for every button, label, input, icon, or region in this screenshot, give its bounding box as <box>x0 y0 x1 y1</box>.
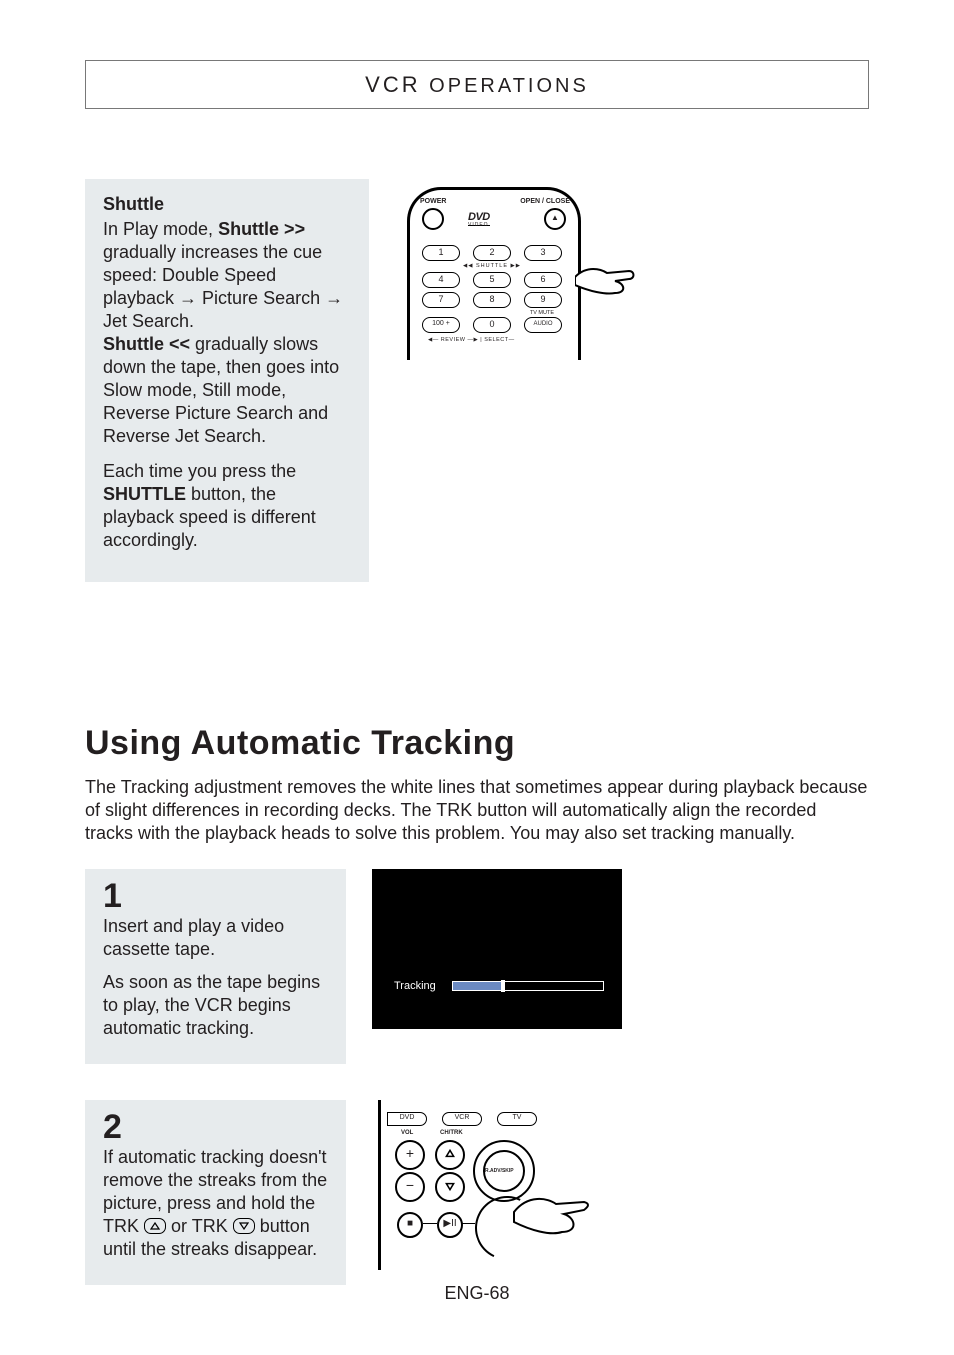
step-number: 1 <box>103 879 328 913</box>
arrow-icon: → <box>179 288 197 308</box>
mode-row: DVD VCR TV <box>387 1112 537 1126</box>
trk-down-icon <box>233 1218 255 1234</box>
step-1-illustration: Tracking <box>372 869 622 1029</box>
section-header: VCR OPERATIONS <box>85 60 869 109</box>
step-2-text: 2 If automatic tracking doesn't remove t… <box>85 1100 346 1285</box>
open-close-label: OPEN / CLOSE <box>520 198 570 207</box>
pointing-hand-icon <box>575 261 639 297</box>
key-6: 6 <box>524 272 562 288</box>
trk-up-icon <box>144 1218 166 1234</box>
connector-line <box>461 1223 475 1224</box>
tracking-screen: Tracking <box>372 869 622 1029</box>
review-label: ◀— REVIEW —▶ | SELECT— <box>422 337 562 344</box>
text: Jet Search. <box>103 311 194 331</box>
step-1-p2: As soon as the tape begins to play, the … <box>103 971 328 1040</box>
key-4: 4 <box>422 272 460 288</box>
step-1-row: 1 Insert and play a video cassette tape.… <box>85 869 869 1064</box>
intro-paragraph: The Tracking adjustment removes the whit… <box>85 776 869 845</box>
tracking-osd-label: Tracking <box>394 979 436 993</box>
shuttle-heading: Shuttle <box>103 193 351 216</box>
text: Picture Search <box>197 288 325 308</box>
step-2-p1: If automatic tracking doesn't remove the… <box>103 1146 328 1261</box>
shuttle-row: Shuttle In Play mode, Shuttle >> gradual… <box>85 179 869 582</box>
key-audio: AUDIO <box>524 317 562 333</box>
key-8: 8 <box>473 292 511 308</box>
key-100plus: 100 + <box>422 317 460 333</box>
text-bold: Shuttle >> <box>218 219 305 239</box>
key-0: 0 <box>473 317 511 333</box>
step-1-p1: Insert and play a video cassette tape. <box>103 915 328 961</box>
tracking-progress-bar <box>452 981 604 991</box>
eject-button: ▲ <box>544 208 566 230</box>
power-label: POWER <box>420 198 446 207</box>
remote-body: POWER OPEN / CLOSE DVD VIDEO ▲ 1 2 3 ◀◀ … <box>407 187 581 360</box>
key-5: 5 <box>473 272 511 288</box>
pointing-hand-icon <box>512 1188 592 1248</box>
shuttle-p3: Each time you press the SHUTTLE button, … <box>103 460 351 552</box>
play-pause-button: ▶II <box>437 1212 463 1238</box>
vol-down-button: − <box>395 1172 425 1202</box>
text: or TRK <box>171 1216 228 1236</box>
remote-illustration-bottom: ◀—REVIEW—▶ SELECT— DVD VCR TV VOL CH/TRK… <box>372 1100 602 1280</box>
step-2-row: 2 If automatic tracking doesn't remove t… <box>85 1100 869 1285</box>
keypad-row: 7 8 9 <box>422 292 562 308</box>
connector-line <box>423 1223 437 1224</box>
text: In Play mode, <box>103 219 218 239</box>
shuttle-label: ◀◀ SHUTTLE ▶▶ <box>422 263 562 270</box>
key-7: 7 <box>422 292 460 308</box>
page-number: ENG-68 <box>444 1283 509 1303</box>
vol-up-button: + <box>395 1140 425 1170</box>
chtrk-label: CH/TRK <box>440 1130 463 1138</box>
text: Each time you press the <box>103 461 296 481</box>
mode-dvd-button: DVD <box>387 1112 427 1126</box>
dvd-sub-label: VIDEO <box>468 222 489 228</box>
header-title-first: VCR <box>365 72 420 97</box>
tvmute-label: TV MUTE <box>422 310 562 317</box>
trk-up-button <box>435 1140 465 1170</box>
power-button <box>422 208 444 230</box>
shuttle-p1: In Play mode, Shuttle >> gradually incre… <box>103 218 351 333</box>
eject-icon: ▲ <box>551 213 559 223</box>
arrow-icon: → <box>325 288 343 308</box>
radv-label: R.ADV/SKIP <box>485 1168 514 1174</box>
shuttle-p2: Shuttle << gradually slows down the tape… <box>103 333 351 448</box>
number-keypad: 1 2 3 ◀◀ SHUTTLE ▶▶ 4 5 6 7 8 9 <box>422 245 562 344</box>
shuttle-box: Shuttle In Play mode, Shuttle >> gradual… <box>85 179 369 582</box>
step-number: 2 <box>103 1110 328 1144</box>
header-title-rest: OPERATIONS <box>421 75 589 97</box>
key-1: 1 <box>422 245 460 261</box>
page-footer: ENG-68 <box>0 1282 954 1305</box>
mode-tv-button: TV <box>497 1112 537 1126</box>
stop-button: ■ <box>397 1212 423 1238</box>
text-bold: Shuttle << <box>103 334 190 354</box>
remote-illustration-top: POWER OPEN / CLOSE DVD VIDEO ▲ 1 2 3 ◀◀ … <box>395 179 625 379</box>
text-bold: SHUTTLE <box>103 484 186 504</box>
keypad-row: 4 5 6 <box>422 272 562 288</box>
key-3: 3 <box>524 245 562 261</box>
step-2-illustration: ◀—REVIEW—▶ SELECT— DVD VCR TV VOL CH/TRK… <box>372 1100 602 1280</box>
page: VCR OPERATIONS Shuttle In Play mode, Shu… <box>0 0 954 1355</box>
step-1-text: 1 Insert and play a video cassette tape.… <box>85 869 346 1064</box>
key-2: 2 <box>473 245 511 261</box>
mode-vcr-button: VCR <box>442 1112 482 1126</box>
vol-label: VOL <box>401 1130 413 1138</box>
main-heading: Using Automatic Tracking <box>85 722 869 766</box>
trk-down-button <box>435 1172 465 1202</box>
keypad-row: 1 2 3 <box>422 245 562 261</box>
keypad-row: 100 + 0 AUDIO <box>422 317 562 333</box>
key-9: 9 <box>524 292 562 308</box>
